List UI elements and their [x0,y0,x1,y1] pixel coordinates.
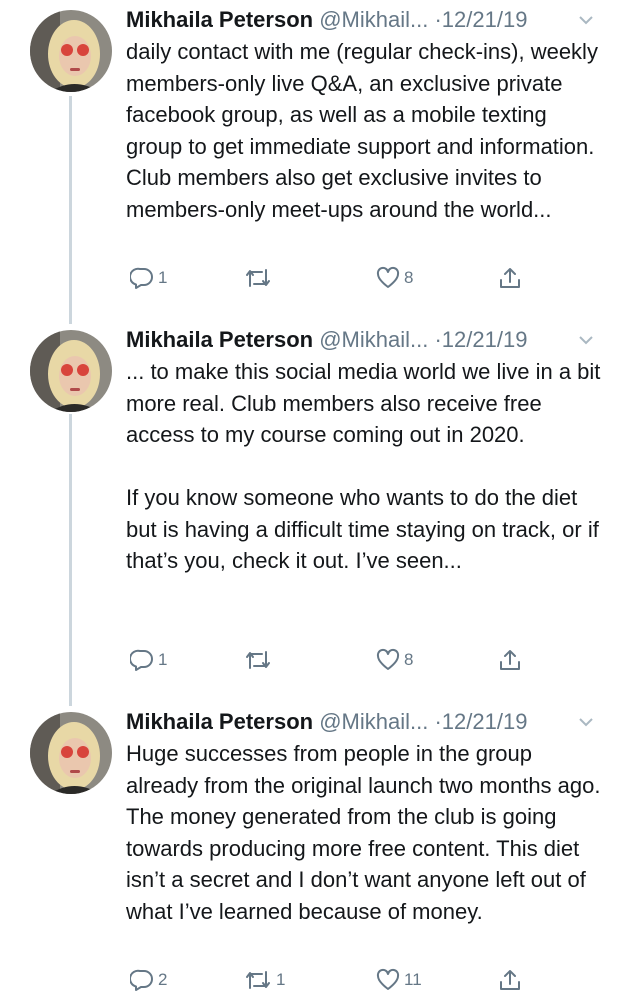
retweet-icon [246,971,270,989]
retweet-button[interactable]: 1 [244,968,285,992]
tweet-date[interactable]: ·12/21/19 [434,709,527,734]
author-handle[interactable]: @Mikhail... [319,709,428,734]
like-button[interactable]: 8 [376,266,413,290]
tweet[interactable]: Mikhaila Peterson @Mikhail... ·12/21/19 … [0,324,628,686]
author-name[interactable]: Mikhaila Peterson [126,7,313,32]
tweet-date[interactable]: ·12/21/19 [434,7,527,32]
heart-icon [376,968,400,990]
avatar[interactable] [30,330,112,412]
heart-icon [376,266,400,288]
avatar[interactable] [30,10,112,92]
tweet[interactable]: Mikhaila Peterson @Mikhail... ·12/21/19 … [0,706,628,1000]
tweet-text: Huge successes from people in the group … [126,741,607,924]
reply-button[interactable]: 1 [130,266,167,290]
reply-button[interactable]: 2 [130,968,167,992]
author-handle[interactable]: @Mikhail... [319,327,428,352]
author-name[interactable]: Mikhaila Peterson [126,327,313,352]
like-count: 8 [404,268,414,287]
retweet-icon [246,269,270,287]
reply-count: 1 [158,650,168,669]
reply-icon [130,649,153,671]
like-button[interactable]: 8 [376,648,413,672]
chevron-down-icon[interactable] [578,12,594,33]
reply-button[interactable]: 1 [130,648,167,672]
tweet-header: Mikhaila Peterson @Mikhail... ·12/21/19 [126,4,527,36]
tweet-actions: 1 8 [126,266,526,296]
share-icon [500,268,520,288]
tweet-header: Mikhaila Peterson @Mikhail... ·12/21/19 [126,324,527,356]
like-count: 8 [404,650,414,669]
tweet-actions: 1 8 [126,648,526,678]
share-button[interactable] [498,648,522,672]
reply-icon [130,267,153,289]
reply-count: 1 [158,268,168,287]
like-button[interactable]: 11 [376,968,422,992]
avatar[interactable] [30,712,112,794]
tweet-date[interactable]: ·12/21/19 [434,327,527,352]
tweet-actions: 2 1 11 [126,968,526,998]
reply-icon [130,969,153,991]
tweet[interactable]: Mikhaila Peterson @Mikhail... ·12/21/19 … [0,4,628,306]
chevron-down-icon[interactable] [578,332,594,353]
like-count: 11 [404,970,422,989]
tweet-text: ... to make this social media world we l… [126,359,601,573]
share-icon [500,650,520,670]
author-name[interactable]: Mikhaila Peterson [126,709,313,734]
retweet-button[interactable] [244,648,276,672]
heart-icon [376,648,400,670]
share-button[interactable] [498,968,522,992]
reply-count: 2 [158,970,168,989]
retweet-icon [246,651,270,669]
tweet-text: daily contact with me (regular check-ins… [126,39,605,222]
retweet-count: 1 [276,970,286,989]
tweet-header: Mikhaila Peterson @Mikhail... ·12/21/19 [126,706,527,738]
author-handle[interactable]: @Mikhail... [319,7,428,32]
retweet-button[interactable] [244,266,276,290]
chevron-down-icon[interactable] [578,714,594,735]
share-icon [500,970,520,990]
share-button[interactable] [498,266,522,290]
